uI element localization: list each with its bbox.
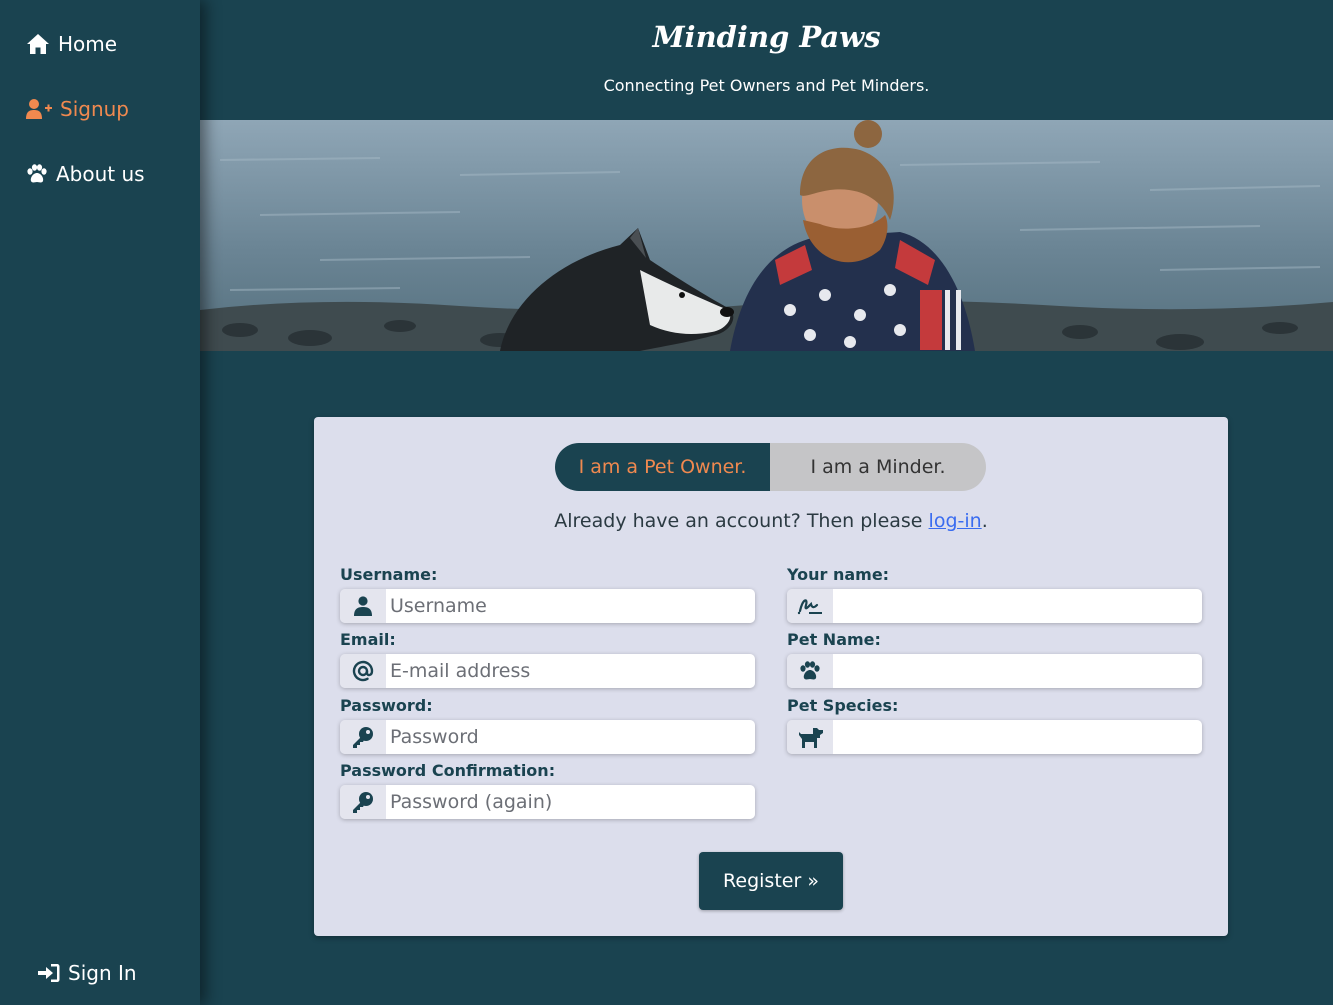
username-label: Username: <box>340 565 438 584</box>
sign-in-icon <box>38 964 60 982</box>
site-title: Minding Paws <box>652 20 881 54</box>
signature-icon <box>787 589 833 623</box>
nav-signin-label: Sign In <box>68 961 137 985</box>
user-icon <box>340 589 386 623</box>
key-icon <box>340 785 386 819</box>
your-name-label: Your name: <box>787 565 890 584</box>
hero-image <box>200 120 1333 351</box>
login-prompt-text: Already have an account? Then please <box>554 510 929 532</box>
hero-photo <box>200 120 1333 351</box>
nav-home-label: Home <box>58 32 118 56</box>
nav-home[interactable]: Home <box>26 32 117 56</box>
password-confirm-label: Password Confirmation: <box>340 761 556 780</box>
pet-species-field <box>787 720 1202 754</box>
nav-signup-label: Signup <box>60 97 129 121</box>
username-field <box>340 589 755 623</box>
main-content: Minding Paws Connecting Pet Owners and P… <box>200 0 1333 1005</box>
dog-icon <box>787 720 833 754</box>
your-name-input[interactable] <box>833 589 1202 623</box>
sidebar: Home Signup About us Sign In <box>0 0 200 1005</box>
paw-icon <box>27 164 47 183</box>
email-field <box>340 654 755 688</box>
pet-name-input[interactable] <box>833 654 1202 688</box>
nav-signup[interactable]: Signup <box>26 97 129 121</box>
toggle-minder[interactable]: I am a Minder. <box>770 443 986 491</box>
paw-icon <box>787 654 833 688</box>
login-prompt-suffix: . <box>981 510 988 532</box>
password-confirm-field <box>340 785 755 819</box>
key-icon <box>340 720 386 754</box>
tagline: Connecting Pet Owners and Pet Minders. <box>603 76 930 95</box>
user-plus-icon <box>26 99 52 119</box>
account-type-toggle: I am a Pet Owner. I am a Minder. <box>555 443 986 491</box>
nav-about[interactable]: About us <box>26 162 145 186</box>
password-field <box>340 720 755 754</box>
username-input[interactable] <box>386 589 755 623</box>
pet-species-label: Pet Species: <box>787 696 899 715</box>
toggle-pet-owner[interactable]: I am a Pet Owner. <box>555 443 770 491</box>
nav-about-label: About us <box>56 162 145 186</box>
email-input[interactable] <box>386 654 755 688</box>
password-confirm-input[interactable] <box>386 785 755 819</box>
login-prompt: Already have an account? Then please log… <box>314 510 1228 532</box>
pet-name-field <box>787 654 1202 688</box>
your-name-field <box>787 589 1202 623</box>
pet-species-input[interactable] <box>833 720 1202 754</box>
at-icon <box>340 654 386 688</box>
password-input[interactable] <box>386 720 755 754</box>
password-label: Password: <box>340 696 433 715</box>
home-icon <box>27 34 49 54</box>
login-link[interactable]: log-in <box>929 510 982 532</box>
pet-name-label: Pet Name: <box>787 630 881 649</box>
signup-card: I am a Pet Owner. I am a Minder. Already… <box>314 417 1228 936</box>
nav-signin[interactable]: Sign In <box>38 961 137 985</box>
email-label: Email: <box>340 630 396 649</box>
register-button[interactable]: Register » <box>699 852 843 910</box>
